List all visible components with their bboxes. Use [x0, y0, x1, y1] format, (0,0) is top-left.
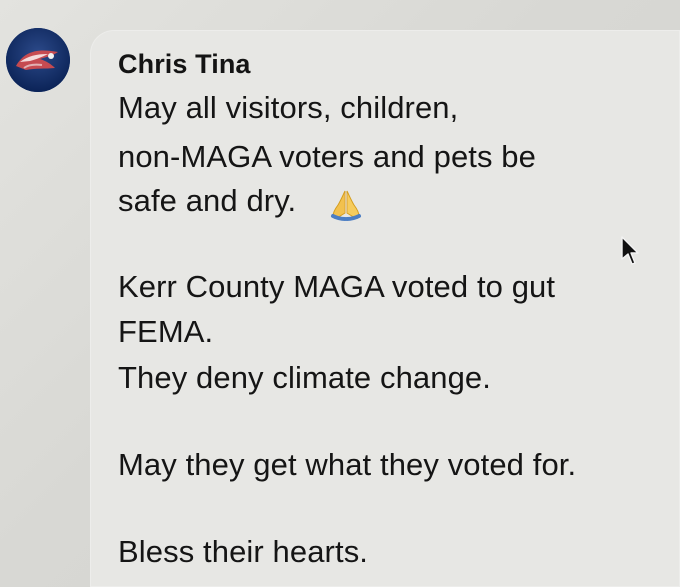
message-line-7: May they get what they voted for.	[118, 447, 577, 482]
profile-avatar[interactable]	[6, 28, 70, 92]
author-name[interactable]: Chris Tina	[118, 49, 251, 80]
message-line-5: FEMA.	[118, 314, 214, 349]
screenshot-background: Chris Tina May all visitors, children, n…	[0, 0, 680, 587]
praying-hands-icon	[325, 183, 367, 225]
message-line-4: Kerr County MAGA voted to gut	[118, 269, 556, 304]
message-line-1: May all visitors, children,	[118, 90, 459, 125]
mouse-pointer-icon	[620, 236, 640, 266]
message-line-2: non-MAGA voters and pets be	[118, 139, 536, 174]
message-line-3: safe and dry.	[118, 183, 297, 218]
message-line-6: They deny climate change.	[118, 360, 491, 395]
message-line-8: Bless their hearts.	[118, 534, 369, 569]
